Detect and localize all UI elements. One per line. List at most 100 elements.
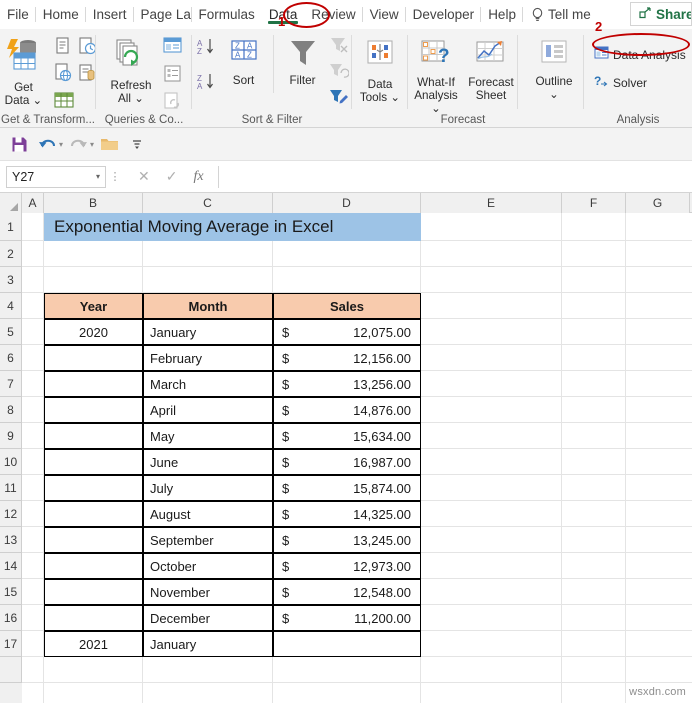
row-header-10[interactable]: 10 (0, 449, 22, 475)
table-row[interactable]: $ 12,548.00 (273, 579, 421, 605)
table-row[interactable]: 2021 (44, 631, 143, 657)
column-header-G[interactable]: G (626, 193, 690, 213)
tell-me-box[interactable]: Tell me (531, 7, 591, 22)
sort-button[interactable]: ZAAZ Sort (222, 35, 266, 87)
row-header-3[interactable]: 3 (0, 267, 22, 293)
row-header-4[interactable]: 4 (0, 293, 22, 319)
table-row[interactable]: May (143, 423, 273, 449)
row-header-15[interactable]: 15 (0, 579, 22, 605)
row-header-16[interactable]: 16 (0, 605, 22, 631)
table-row[interactable] (44, 449, 143, 475)
table-row[interactable]: July (143, 475, 273, 501)
table-row[interactable]: $ 15,634.00 (273, 423, 421, 449)
confirm-entry-icon[interactable]: ✓ (166, 168, 178, 185)
formula-input[interactable] (217, 165, 692, 188)
table-row[interactable] (273, 631, 421, 657)
table-row[interactable] (44, 397, 143, 423)
redo-icon[interactable] (65, 132, 91, 156)
outline-button[interactable]: Outline ⌄ (524, 29, 584, 101)
table-row[interactable]: June (143, 449, 273, 475)
table-row[interactable]: 2020 (44, 319, 143, 345)
table-row[interactable]: August (143, 501, 273, 527)
select-all-corner[interactable] (0, 193, 22, 213)
cancel-entry-icon[interactable]: ✕ (138, 168, 150, 185)
column-header-C[interactable]: C (143, 193, 273, 213)
row-header-8[interactable]: 8 (0, 397, 22, 423)
forecast-sheet-button[interactable]: Forecast Sheet (464, 35, 518, 115)
tab-developer[interactable]: Developer (406, 0, 482, 29)
row-header-1[interactable]: 1 (0, 213, 22, 241)
share-button[interactable]: Share (630, 2, 692, 26)
column-header-D[interactable]: D (273, 193, 421, 213)
advanced-filter-icon[interactable] (329, 88, 349, 111)
column-header-A[interactable]: A (22, 193, 44, 213)
table-row[interactable]: January (143, 631, 273, 657)
column-header-F[interactable]: F (562, 193, 626, 213)
table-row[interactable] (44, 527, 143, 553)
row-header-12[interactable]: 12 (0, 501, 22, 527)
table-row[interactable] (44, 371, 143, 397)
undo-icon[interactable] (34, 132, 60, 156)
row-header-13[interactable]: 13 (0, 527, 22, 553)
table-row[interactable]: $ 11,200.00 (273, 605, 421, 631)
table-row[interactable]: November (143, 579, 273, 605)
customize-qat-icon[interactable] (124, 132, 150, 156)
table-row[interactable]: $ 12,156.00 (273, 345, 421, 371)
data-tools-button[interactable]: Data Tools ⌄ (352, 29, 408, 104)
table-header-sales[interactable]: Sales (273, 293, 421, 319)
table-row[interactable]: $ 14,876.00 (273, 397, 421, 423)
column-header-E[interactable]: E (421, 193, 562, 213)
table-row[interactable] (44, 605, 143, 631)
properties-icon[interactable] (161, 64, 183, 89)
row-header-5[interactable]: 5 (0, 319, 22, 345)
table-row[interactable] (44, 553, 143, 579)
name-box[interactable]: Y27 ▾ (6, 165, 106, 188)
name-box-caret-icon[interactable]: ▾ (96, 172, 100, 181)
formula-bar-grip[interactable]: ⋮ (106, 170, 124, 183)
tab-help[interactable]: Help (481, 0, 523, 29)
tab-file[interactable]: File (0, 0, 36, 29)
insert-function-icon[interactable]: fx (193, 169, 203, 185)
table-header-month[interactable]: Month (143, 293, 273, 319)
table-row[interactable]: $ 13,245.00 (273, 527, 421, 553)
table-row[interactable] (44, 423, 143, 449)
filter-button[interactable]: Filter (281, 35, 325, 87)
table-header-year[interactable]: Year (44, 293, 143, 319)
table-row[interactable] (44, 501, 143, 527)
table-row[interactable]: $ 16,987.00 (273, 449, 421, 475)
from-table-icon[interactable] (53, 90, 75, 115)
table-row[interactable]: March (143, 371, 273, 397)
table-row[interactable]: $ 15,874.00 (273, 475, 421, 501)
tab-formulas[interactable]: Formulas (192, 0, 262, 29)
row-header-2[interactable]: 2 (0, 241, 22, 267)
refresh-all-button[interactable]: Refresh All ⌄ (105, 34, 157, 117)
row-header-14[interactable]: 14 (0, 553, 22, 579)
table-row[interactable]: September (143, 527, 273, 553)
table-row[interactable]: April (143, 397, 273, 423)
table-row[interactable]: $ 14,325.00 (273, 501, 421, 527)
table-row[interactable]: October (143, 553, 273, 579)
redo-dropdown-caret[interactable]: ▾ (90, 140, 94, 149)
row-header-9[interactable]: 9 (0, 423, 22, 449)
table-row[interactable] (44, 475, 143, 501)
column-header-B[interactable]: B (44, 193, 143, 213)
solver-button[interactable]: ? Solver (594, 73, 686, 93)
from-web-icon[interactable] (53, 63, 75, 88)
row-header-6[interactable]: 6 (0, 345, 22, 371)
get-data-button[interactable]: Get Data ⌄ (0, 34, 50, 115)
tab-insert[interactable]: Insert (86, 0, 134, 29)
table-row[interactable]: $ 12,075.00 (273, 319, 421, 345)
table-row[interactable]: February (143, 345, 273, 371)
table-row[interactable]: $ 12,973.00 (273, 553, 421, 579)
sort-descending-icon[interactable]: ZA (196, 73, 218, 96)
tab-view[interactable]: View (363, 0, 406, 29)
table-row[interactable]: December (143, 605, 273, 631)
what-if-analysis-button[interactable]: ? What-If Analysis ⌄ (408, 35, 464, 115)
table-row[interactable]: $ 13,256.00 (273, 371, 421, 397)
new-query-icon[interactable] (53, 36, 75, 61)
table-row[interactable]: January (143, 319, 273, 345)
open-folder-icon[interactable] (96, 132, 122, 156)
tab-home[interactable]: Home (36, 0, 86, 29)
table-row[interactable] (44, 579, 143, 605)
tab-page-layout[interactable]: Page Layout (134, 0, 192, 29)
